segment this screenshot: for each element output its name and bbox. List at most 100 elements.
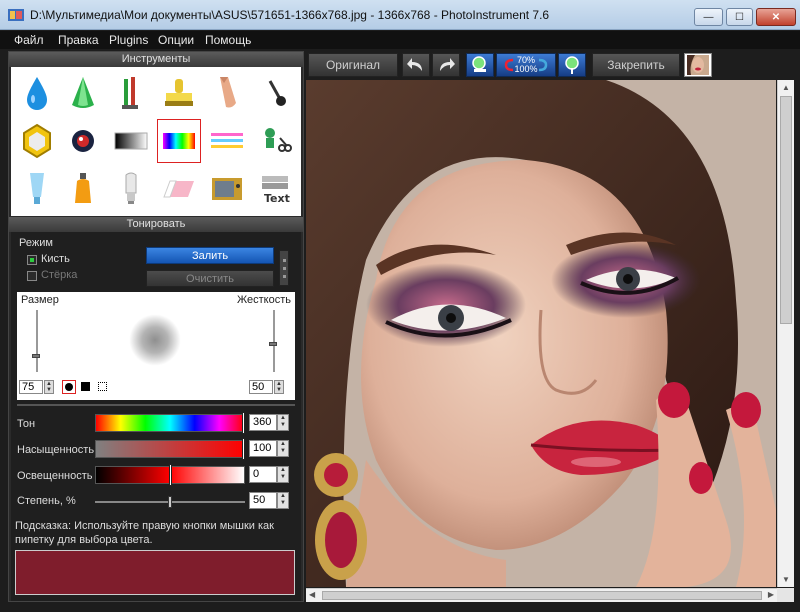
- undo-button[interactable]: [402, 53, 430, 77]
- hardness-input[interactable]: 50: [249, 380, 273, 394]
- stamp-icon: [165, 79, 193, 106]
- zoom-level-control[interactable]: 70% 100%: [496, 53, 556, 77]
- maximize-button[interactable]: ☐: [726, 8, 753, 26]
- zoom-in-arrow-icon: [505, 58, 514, 72]
- bulb-tool[interactable]: [109, 167, 153, 211]
- eraser-checkbox[interactable]: [27, 271, 37, 281]
- finger-icon: [220, 77, 236, 108]
- size-input[interactable]: 75: [19, 380, 43, 394]
- menu-plugins[interactable]: Plugins: [109, 33, 148, 47]
- zoom-actual-button[interactable]: [558, 53, 586, 77]
- hardness-slider[interactable]: [273, 310, 275, 372]
- title-bar: D:\Мультимедиа\Мои документы\ASUS\571651…: [0, 0, 800, 30]
- clear-button[interactable]: Очистить: [146, 270, 274, 287]
- menu-help[interactable]: Помощь: [205, 33, 251, 47]
- hue-input[interactable]: 360: [249, 414, 277, 431]
- menu-bar: Файл Правка Plugins Опции Помощь: [0, 31, 800, 49]
- vertical-scroll-thumb[interactable]: [780, 96, 792, 324]
- hue-gradient-slider[interactable]: [95, 412, 245, 434]
- redo-button[interactable]: [432, 53, 460, 77]
- hue-thumb[interactable]: [242, 412, 245, 434]
- eye-icon: [72, 130, 94, 152]
- clone-tool[interactable]: [253, 119, 297, 163]
- brushes-tool[interactable]: [109, 71, 153, 115]
- menu-options[interactable]: Опции: [158, 33, 194, 47]
- fill-button[interactable]: Залить: [146, 247, 274, 264]
- degree-spinner[interactable]: ▲ ▼: [277, 492, 289, 509]
- thumbnail-button[interactable]: [684, 53, 712, 77]
- square-brush-shape[interactable]: [79, 380, 93, 394]
- saturation-input[interactable]: 100: [249, 440, 277, 457]
- tube-tool[interactable]: [15, 167, 59, 211]
- lightness-gradient-slider[interactable]: [95, 464, 245, 486]
- undo-icon: [407, 58, 422, 71]
- lightness-thumb[interactable]: [169, 464, 172, 486]
- cone-tool[interactable]: [61, 71, 105, 115]
- badge-tool[interactable]: [15, 119, 59, 163]
- minimize-button[interactable]: —: [694, 8, 723, 26]
- brush-preview: [129, 314, 181, 366]
- original-button[interactable]: Оригинал: [308, 53, 398, 77]
- hardness-slider-thumb[interactable]: [269, 342, 277, 346]
- zoom-bottom-value: 100%: [514, 64, 538, 74]
- gradient-tool[interactable]: [109, 119, 153, 163]
- window-title: D:\Мультимедиа\Мои документы\ASUS\571651…: [30, 8, 550, 22]
- hue-spinner[interactable]: ▲ ▼: [277, 414, 289, 431]
- text-tool[interactable]: Text: [253, 167, 297, 211]
- eye-tool[interactable]: [61, 119, 105, 163]
- brush-checkbox[interactable]: [27, 255, 37, 265]
- magnifier-tree-icon: [565, 56, 579, 74]
- bottle-icon: [75, 173, 91, 203]
- tv-tool[interactable]: [205, 167, 249, 211]
- size-slider[interactable]: [36, 310, 38, 372]
- color-lines-icon: [211, 133, 243, 148]
- redo-icon: [440, 58, 455, 71]
- rainbow-tool[interactable]: [157, 119, 201, 163]
- degree-input[interactable]: 50: [249, 492, 277, 509]
- saturation-thumb[interactable]: [242, 438, 245, 460]
- degree-label: Степень, %: [17, 495, 76, 507]
- size-spinner[interactable]: ▲ ▼: [44, 380, 54, 394]
- saturation-gradient-slider[interactable]: [95, 438, 245, 460]
- lightness-input[interactable]: 0: [249, 466, 277, 483]
- drop-tool[interactable]: [15, 71, 59, 115]
- zoom-fit-button[interactable]: [466, 53, 494, 77]
- left-panel: Инструменты Text Тонировать Режим Кисть …: [8, 51, 304, 602]
- close-button[interactable]: ✕: [756, 8, 796, 26]
- zoom-out-arrow-icon: [538, 58, 547, 72]
- image-canvas[interactable]: [306, 80, 776, 587]
- lamp-icon: [125, 172, 137, 204]
- bottle-tool[interactable]: [61, 167, 105, 211]
- vertical-scrollbar[interactable]: ▲ ▼: [777, 80, 794, 587]
- color-swatch[interactable]: [15, 550, 295, 595]
- rainbow-icon: [163, 133, 195, 149]
- water-drop-icon: [27, 77, 47, 110]
- degree-slider[interactable]: [95, 496, 245, 508]
- saturation-spinner[interactable]: ▲ ▼: [277, 440, 289, 457]
- menu-file[interactable]: Файл: [14, 33, 44, 47]
- lightness-spinner[interactable]: ▲ ▼: [277, 466, 289, 483]
- tv-icon: [212, 178, 242, 200]
- eraser-tool[interactable]: [157, 167, 201, 211]
- menu-edit[interactable]: Правка: [58, 33, 99, 47]
- horizontal-scrollbar[interactable]: ◀ ▶: [306, 588, 777, 602]
- tube-icon: [30, 173, 44, 204]
- panel-scroll-handle[interactable]: [279, 250, 289, 286]
- horizontal-scroll-thumb[interactable]: [322, 591, 762, 600]
- hardness-spinner[interactable]: ▲ ▼: [274, 380, 284, 394]
- finger-tool[interactable]: [205, 71, 249, 115]
- pin-tool[interactable]: [253, 71, 297, 115]
- brush-preview-box: Размер Жесткость 75 ▲ ▼ 50 ▲ ▼: [17, 292, 295, 400]
- saturation-label: Насыщенность: [17, 444, 95, 456]
- round-brush-shape[interactable]: [62, 380, 76, 394]
- lines-tool[interactable]: [205, 119, 249, 163]
- stamp-tool[interactable]: [157, 71, 201, 115]
- tools-panel-title: Инструменты: [9, 52, 303, 67]
- size-slider-thumb[interactable]: [32, 354, 40, 358]
- hue-label: Тон: [17, 418, 36, 430]
- dotted-brush-shape[interactable]: [96, 380, 110, 394]
- pin-button[interactable]: Закрепить: [592, 53, 680, 77]
- brush-label: Кисть: [41, 253, 70, 265]
- degree-thumb[interactable]: [168, 496, 172, 508]
- hardness-label: Жесткость: [236, 294, 291, 306]
